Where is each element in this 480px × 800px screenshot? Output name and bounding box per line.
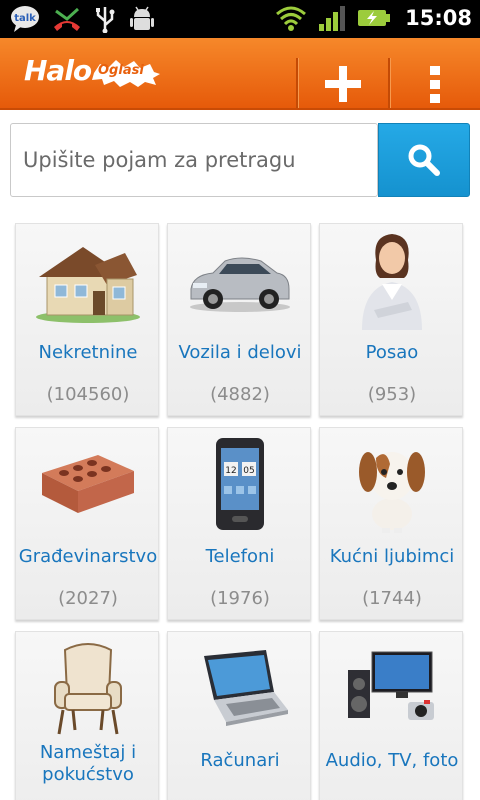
category-label: Kućni ljubimci [329,546,455,567]
category-tile-namestaj[interactable]: Nameštaj i pokućstvo [15,631,159,800]
category-tile-racunari[interactable]: Računari [167,631,311,800]
category-label: Audio, TV, foto [325,750,459,771]
android-debug-icon [130,6,154,30]
brick-icon [42,455,134,513]
category-label: Vozila i delovi [178,342,302,363]
category-count: (1744) [362,588,422,609]
dog-icon [359,452,425,533]
phone-clock-minutes: 05 [243,466,254,476]
logo-text: Halo [24,54,92,87]
talk-icon: talk [11,6,39,32]
overflow-menu-button[interactable] [390,58,480,110]
category-label: Posao [365,342,419,363]
plus-icon [325,66,361,102]
category-count: (104560) [46,384,130,405]
category-count: (953) [367,384,417,405]
logo-subtext: Oglasi [98,63,144,78]
phone-clock-hours: 12 [225,466,236,476]
tv-audio-icon [348,651,434,720]
category-label: Telefoni [205,546,275,567]
wifi-icon [276,6,307,31]
missed-call-icon [54,7,80,31]
category-tile-nekretnine[interactable]: Nekretnine (104560) [15,223,159,416]
category-count: (4882) [210,384,270,405]
battery-charging-icon [358,10,391,26]
category-tile-gradjevinarstvo[interactable]: Građevinarstvo (2027) [15,427,159,620]
add-ad-button[interactable] [298,58,388,110]
search-bar [10,123,470,197]
laptop-icon [204,650,288,726]
category-tile-audio-tv-foto[interactable]: Audio, TV, foto [319,631,463,800]
house-icon [36,247,140,323]
svg-text:talk: talk [14,13,36,24]
category-tile-telefoni[interactable]: 12 05 Telefoni (1976) [167,427,311,620]
phone-icon: 12 05 [216,438,264,530]
search-icon [408,144,440,176]
category-count: (2027) [58,588,118,609]
category-label: Građevinarstvo [18,546,158,567]
armchair-icon [54,643,122,735]
clock-time: 15:08 [405,6,472,30]
app-bar: Halo Oglasi [0,38,480,110]
category-tile-posao[interactable]: Posao (953) [319,223,463,416]
businesswoman-icon [362,234,422,330]
category-tile-kucni-ljubimci[interactable]: Kućni ljubimci (1744) [319,427,463,620]
category-count: (1976) [210,588,270,609]
halo-oglasi-logo[interactable]: Halo Oglasi [24,54,164,94]
car-icon [190,257,290,312]
category-tile-vozila[interactable]: Vozila i delovi (4882) [167,223,311,416]
category-label: Nekretnine [38,342,138,363]
search-input[interactable] [10,123,378,197]
overflow-menu-icon [430,66,440,103]
category-label: Računari [200,750,280,771]
usb-icon [96,7,115,33]
search-button[interactable] [378,123,470,197]
signal-icon [319,6,346,31]
status-bar: talk 15:08 [0,0,480,38]
category-label: Nameštaj i pokućstvo [39,742,137,785]
